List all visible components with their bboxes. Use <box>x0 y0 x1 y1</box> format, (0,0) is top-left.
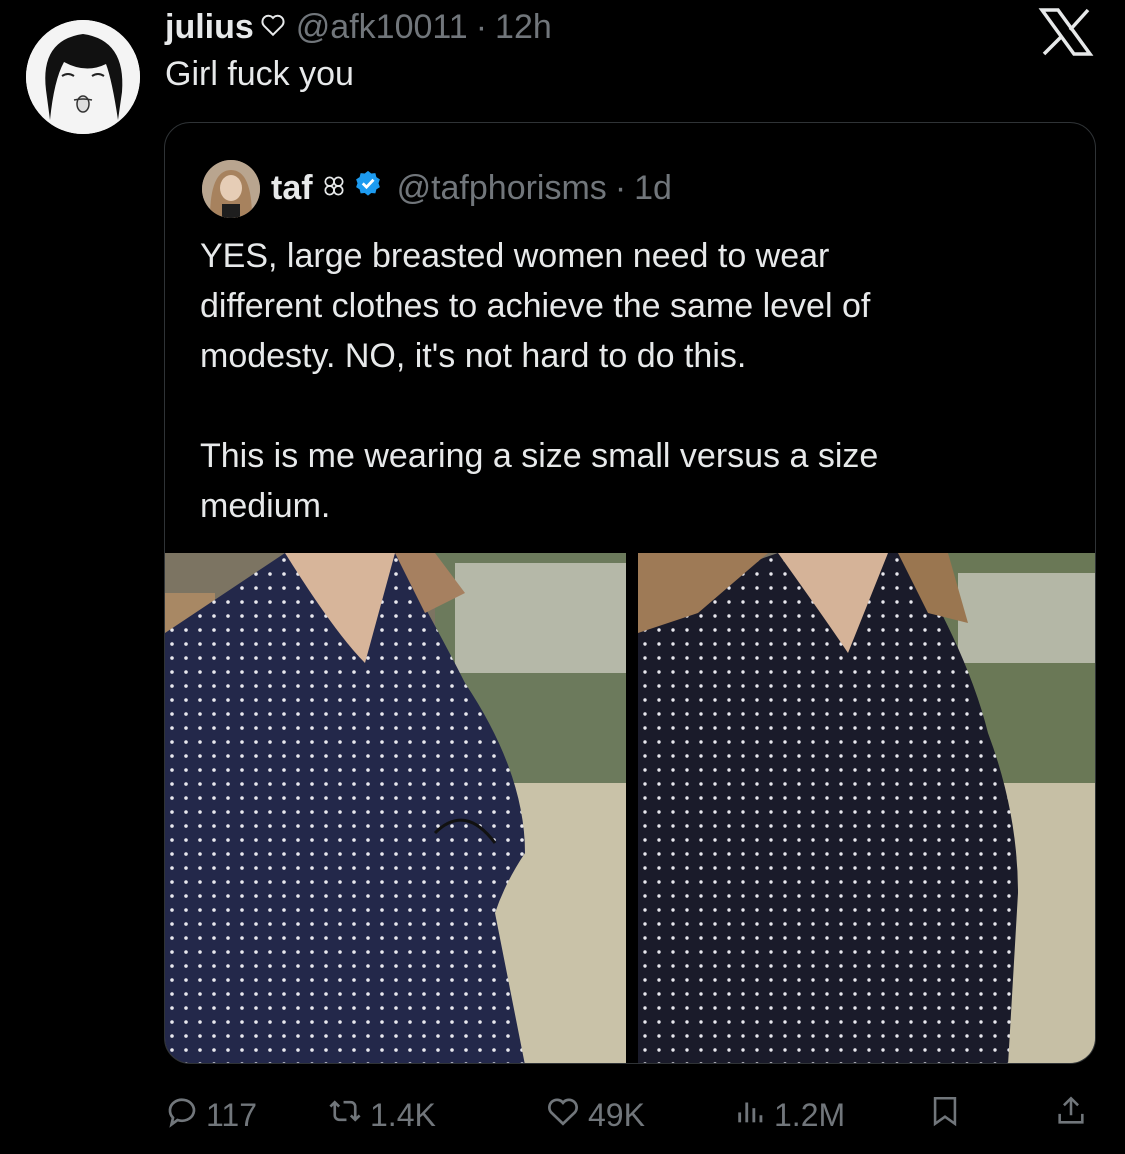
repost-icon <box>326 1093 370 1137</box>
quoted-user-handle[interactable]: @tafphorisms <box>397 169 607 208</box>
action-bar: 117 1.4K 49K 1.2M <box>164 1090 1104 1140</box>
display-name[interactable]: julius <box>165 8 254 47</box>
heart-outline-icon <box>260 8 286 47</box>
like-count: 49K <box>588 1096 645 1133</box>
quoted-tweet-text: YES, large breasted women need to wear d… <box>200 237 879 525</box>
flower-icon <box>321 169 347 208</box>
user-avatar[interactable] <box>26 20 140 134</box>
verified-badge-icon <box>353 169 383 208</box>
separator: · <box>475 7 488 46</box>
views-icon <box>734 1093 774 1137</box>
views-button[interactable]: 1.2M <box>734 1090 845 1140</box>
bookmark-button[interactable] <box>928 1090 968 1140</box>
separator: · <box>614 168 627 207</box>
photo-medium-shirt[interactable] <box>638 553 1095 1063</box>
reply-count: 117 <box>206 1096 258 1133</box>
share-button[interactable] <box>1054 1090 1094 1140</box>
quoted-tweet-header: taf @tafphorisms · 1d <box>271 163 672 213</box>
like-icon <box>544 1093 588 1137</box>
quoted-timestamp[interactable]: 1d <box>634 169 672 208</box>
tweet-header: julius @afk10011 · 12h <box>165 2 552 52</box>
repost-count: 1.4K <box>370 1096 436 1133</box>
user-handle[interactable]: @afk10011 <box>296 8 468 47</box>
views-count: 1.2M <box>774 1096 846 1133</box>
reply-icon <box>164 1093 206 1137</box>
timestamp[interactable]: 12h <box>495 8 552 47</box>
photo-small-shirt[interactable] <box>165 553 626 1063</box>
x-logo-icon <box>1038 8 1094 56</box>
like-button[interactable]: 49K <box>544 1090 645 1140</box>
repost-button[interactable]: 1.4K <box>326 1090 436 1140</box>
reply-button[interactable]: 117 <box>164 1090 257 1140</box>
share-icon <box>1054 1092 1094 1138</box>
bookmark-icon <box>928 1092 968 1138</box>
tweet-text: Girl fuck you <box>165 55 354 93</box>
quoted-display-name[interactable]: taf <box>271 169 313 208</box>
quoted-tweet[interactable]: taf @tafphorisms · 1d YES, large breaste… <box>164 122 1096 1064</box>
quoted-user-avatar <box>202 160 260 218</box>
